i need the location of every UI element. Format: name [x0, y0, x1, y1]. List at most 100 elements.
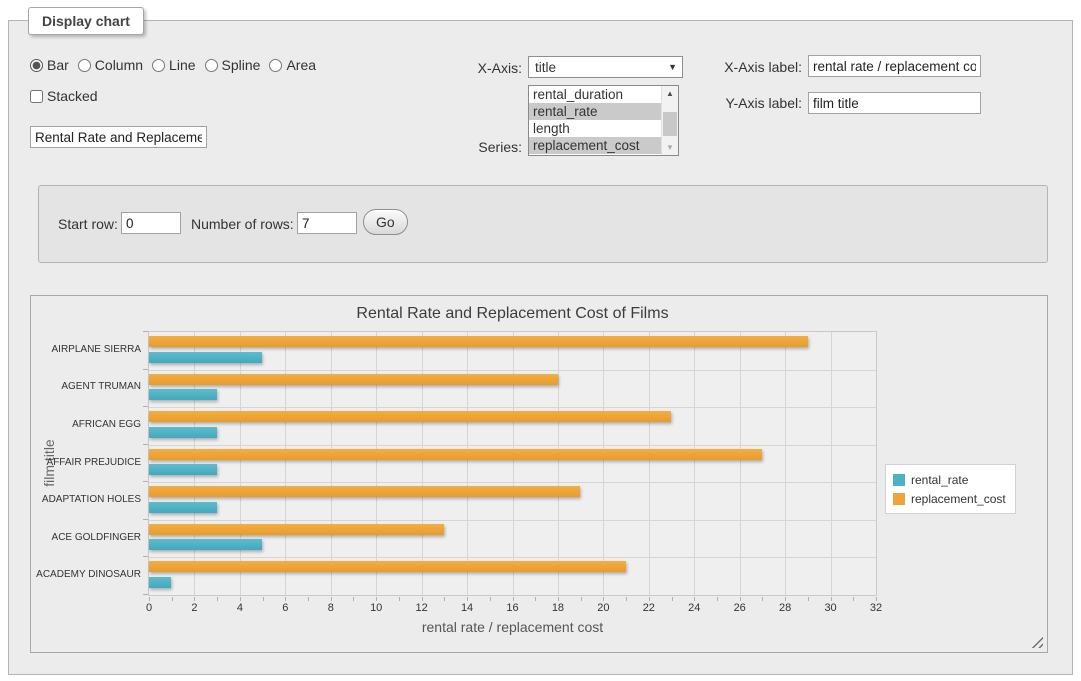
x-tick-label: 6 — [282, 602, 288, 614]
x-axis-label-input[interactable] — [808, 55, 981, 77]
chart-type-option-column[interactable]: Column — [78, 57, 143, 73]
chart-type-radio-spline[interactable] — [205, 59, 218, 72]
x-gridline — [467, 332, 468, 595]
x-gridline — [240, 332, 241, 595]
scroll-up-icon[interactable]: ▲ — [662, 86, 678, 101]
x-axis-tick — [717, 597, 718, 601]
x-tick-label: 22 — [643, 602, 655, 614]
series-option-rental_duration[interactable]: rental_duration — [529, 86, 661, 103]
chart-title-input[interactable] — [30, 126, 207, 148]
plot-area — [148, 331, 877, 596]
bar-rental_rate — [149, 352, 262, 363]
x-tick-label: 16 — [506, 602, 518, 614]
resize-grip-icon[interactable] — [1031, 636, 1043, 648]
x-tick-label: 8 — [328, 602, 334, 614]
x-tick-label: 10 — [370, 602, 382, 614]
y-gridline — [149, 520, 876, 521]
series-option-replacement_cost[interactable]: replacement_cost — [529, 137, 661, 154]
x-tick-label: 14 — [461, 602, 473, 614]
x-axis-select-label: X-Axis: — [430, 60, 522, 76]
x-axis-select[interactable]: title ▼ — [528, 56, 683, 78]
legend-item-rental_rate[interactable]: rental_rate — [893, 470, 1006, 489]
y-axis-label-input[interactable] — [808, 92, 981, 114]
chart-type-radio-column[interactable] — [78, 59, 91, 72]
x-gridline — [831, 332, 832, 595]
fieldset-legend-title: Display chart — [28, 7, 144, 35]
x-axis-tick — [831, 597, 832, 601]
x-gridline — [785, 332, 786, 595]
x-axis-tick — [740, 597, 741, 601]
x-axis-tick — [444, 597, 445, 601]
series-option-rental_rate[interactable]: rental_rate — [529, 103, 661, 120]
chart-legend: rental_rate replacement_cost — [885, 464, 1016, 514]
bar-replacement_cost — [149, 561, 626, 572]
y-gridline — [149, 370, 876, 371]
y-gridline — [149, 445, 876, 446]
x-axis-tick — [331, 597, 332, 601]
bar-rental_rate — [149, 389, 217, 400]
x-axis-tick — [672, 597, 673, 601]
series-scrollbar[interactable]: ▲ ▼ — [661, 86, 678, 155]
series-option-length[interactable]: length — [529, 120, 661, 137]
legend-item-replacement_cost[interactable]: replacement_cost — [893, 489, 1006, 508]
x-tick-label: 12 — [416, 602, 428, 614]
x-axis-tick — [535, 597, 536, 601]
x-gridline — [331, 332, 332, 595]
x-axis-tick — [240, 597, 241, 601]
chart-container: Rental Rate and Replacement Cost of Film… — [30, 295, 1048, 653]
chart-type-radio-area[interactable] — [269, 59, 282, 72]
num-rows-label: Number of rows: — [191, 216, 294, 232]
x-gridline — [422, 332, 423, 595]
chart-type-option-line[interactable]: Line — [152, 57, 195, 73]
legend-label: replacement_cost — [911, 492, 1006, 506]
chart-type-radio-bar[interactable] — [30, 59, 43, 72]
x-tick-label: 18 — [552, 602, 564, 614]
x-axis-tick — [581, 597, 582, 601]
scroll-down-icon[interactable]: ▼ — [662, 140, 678, 155]
chart-type-group: Bar Column Line Spline Area — [30, 57, 325, 75]
chart-type-option-area[interactable]: Area — [269, 57, 316, 73]
category-label: ACE GOLDFINGER — [33, 532, 141, 544]
y-gridline — [149, 482, 876, 483]
x-tick-label: 26 — [734, 602, 746, 614]
bar-rental_rate — [149, 464, 217, 475]
series-options: rental_durationrental_ratelengthreplacem… — [529, 86, 661, 155]
bar-rental_rate — [149, 427, 217, 438]
x-axis-tick — [353, 597, 354, 601]
stacked-option[interactable]: Stacked — [30, 88, 98, 104]
dropdown-arrow-icon: ▼ — [668, 62, 677, 72]
y-axis-tick — [143, 556, 148, 557]
bar-replacement_cost — [149, 524, 444, 535]
x-gridline — [285, 332, 286, 595]
series-multiselect[interactable]: rental_durationrental_ratelengthreplacem… — [528, 85, 679, 156]
x-axis-tick — [399, 597, 400, 601]
stacked-checkbox[interactable] — [30, 90, 43, 103]
x-axis-tick — [285, 597, 286, 601]
y-gridline — [149, 557, 876, 558]
chart-title: Rental Rate and Replacement Cost of Film… — [148, 305, 877, 323]
y-axis-tick — [143, 369, 148, 370]
bar-rental_rate — [149, 539, 262, 550]
x-axis-tick — [467, 597, 468, 601]
x-gridline — [740, 332, 741, 595]
x-tick-label: 32 — [870, 602, 882, 614]
chart-type-option-spline[interactable]: Spline — [205, 57, 261, 73]
bar-replacement_cost — [149, 411, 671, 422]
x-tick-label: 24 — [688, 602, 700, 614]
x-gridline — [694, 332, 695, 595]
bar-rental_rate — [149, 502, 217, 513]
x-gridline — [376, 332, 377, 595]
start-row-input[interactable] — [121, 212, 181, 234]
y-axis-tick — [143, 594, 148, 595]
x-tick-label: 2 — [191, 602, 197, 614]
legend-swatch-icon — [893, 474, 905, 486]
x-tick-label: 30 — [824, 602, 836, 614]
chart-type-option-bar[interactable]: Bar — [30, 57, 69, 73]
num-rows-input[interactable] — [297, 212, 357, 234]
bar-replacement_cost — [149, 486, 580, 497]
scrollbar-thumb[interactable] — [663, 112, 677, 136]
go-button[interactable]: Go — [363, 209, 408, 235]
chart-type-radio-line[interactable] — [152, 59, 165, 72]
x-axis-tick — [376, 597, 377, 601]
x-axis-title: rental rate / replacement cost — [148, 619, 877, 635]
